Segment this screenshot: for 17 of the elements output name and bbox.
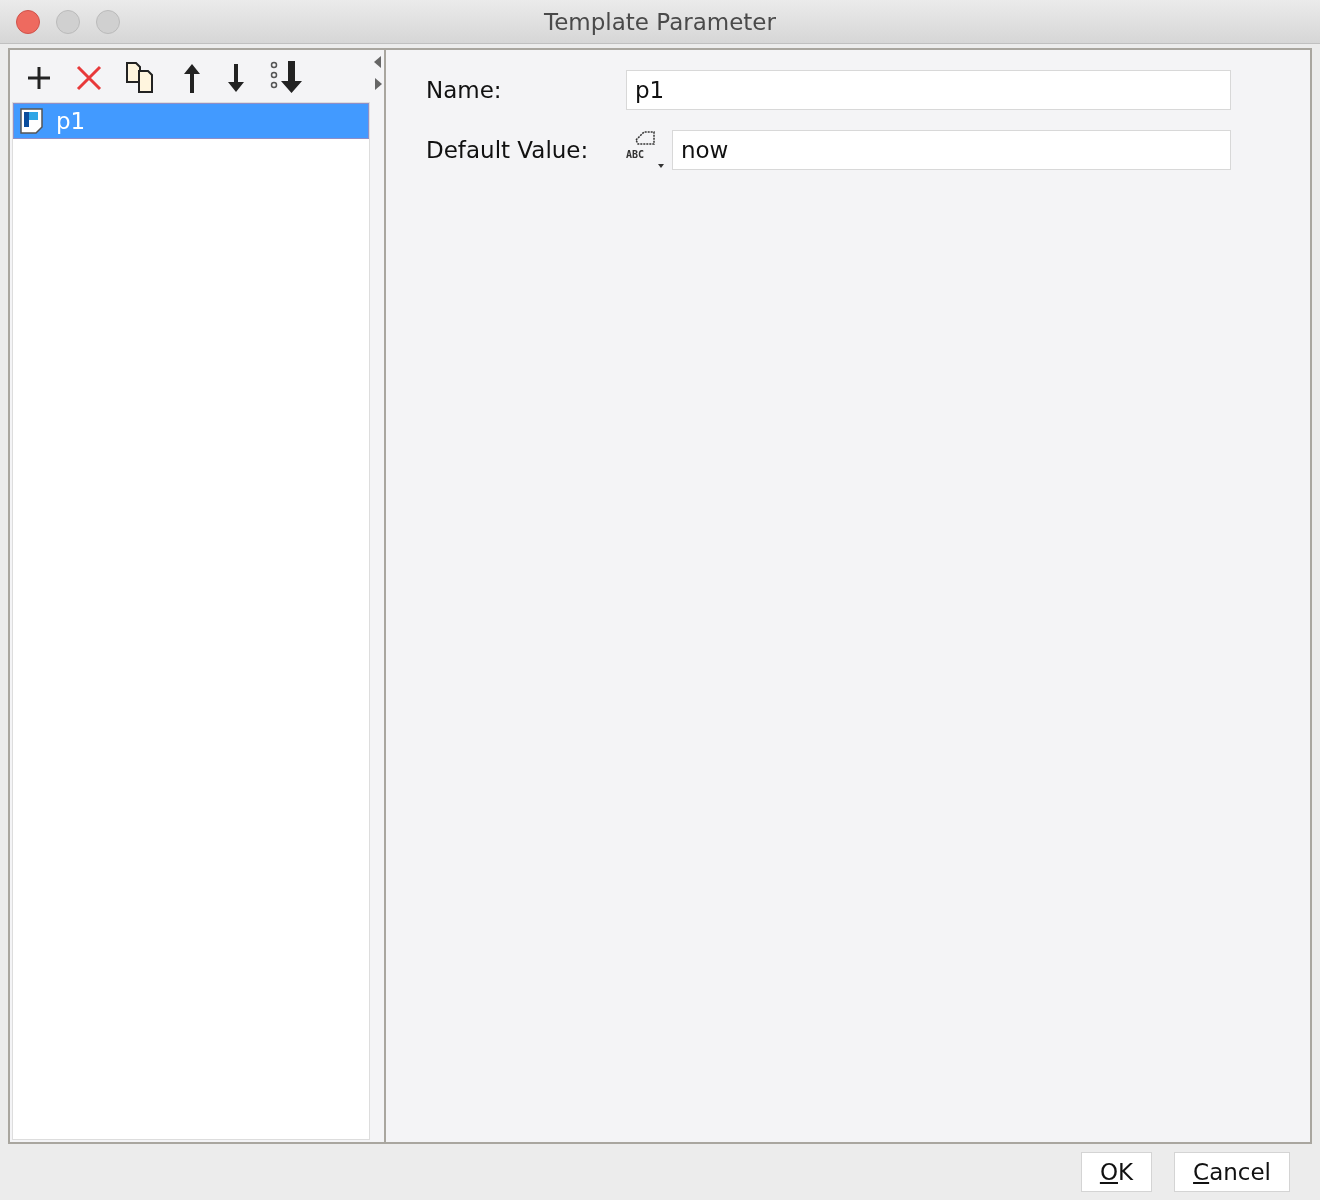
value-type-button[interactable]: ABC	[626, 130, 666, 170]
dialog-button[interactable]: Cancel	[1174, 1152, 1290, 1192]
default-value-label: Default Value:	[426, 137, 590, 163]
name-field[interactable]: p1	[626, 70, 1231, 110]
close-icon[interactable]	[76, 65, 102, 91]
close-window-button[interactable]	[16, 9, 40, 34]
sort-down-icon[interactable]	[270, 61, 304, 95]
arrow-down-icon[interactable]	[226, 63, 246, 93]
expand-right-icon[interactable]	[374, 78, 382, 90]
collapse-left-icon[interactable]	[374, 56, 382, 68]
window-title: Template Parameter	[544, 8, 776, 35]
parameter-icon	[20, 108, 44, 134]
arrow-up-icon[interactable]	[182, 63, 202, 93]
plus-icon[interactable]	[26, 65, 52, 91]
name-label: Name:	[426, 77, 503, 103]
dialog-button[interactable]: OK	[1080, 1152, 1153, 1192]
default-value-field[interactable]: now	[671, 130, 1231, 170]
